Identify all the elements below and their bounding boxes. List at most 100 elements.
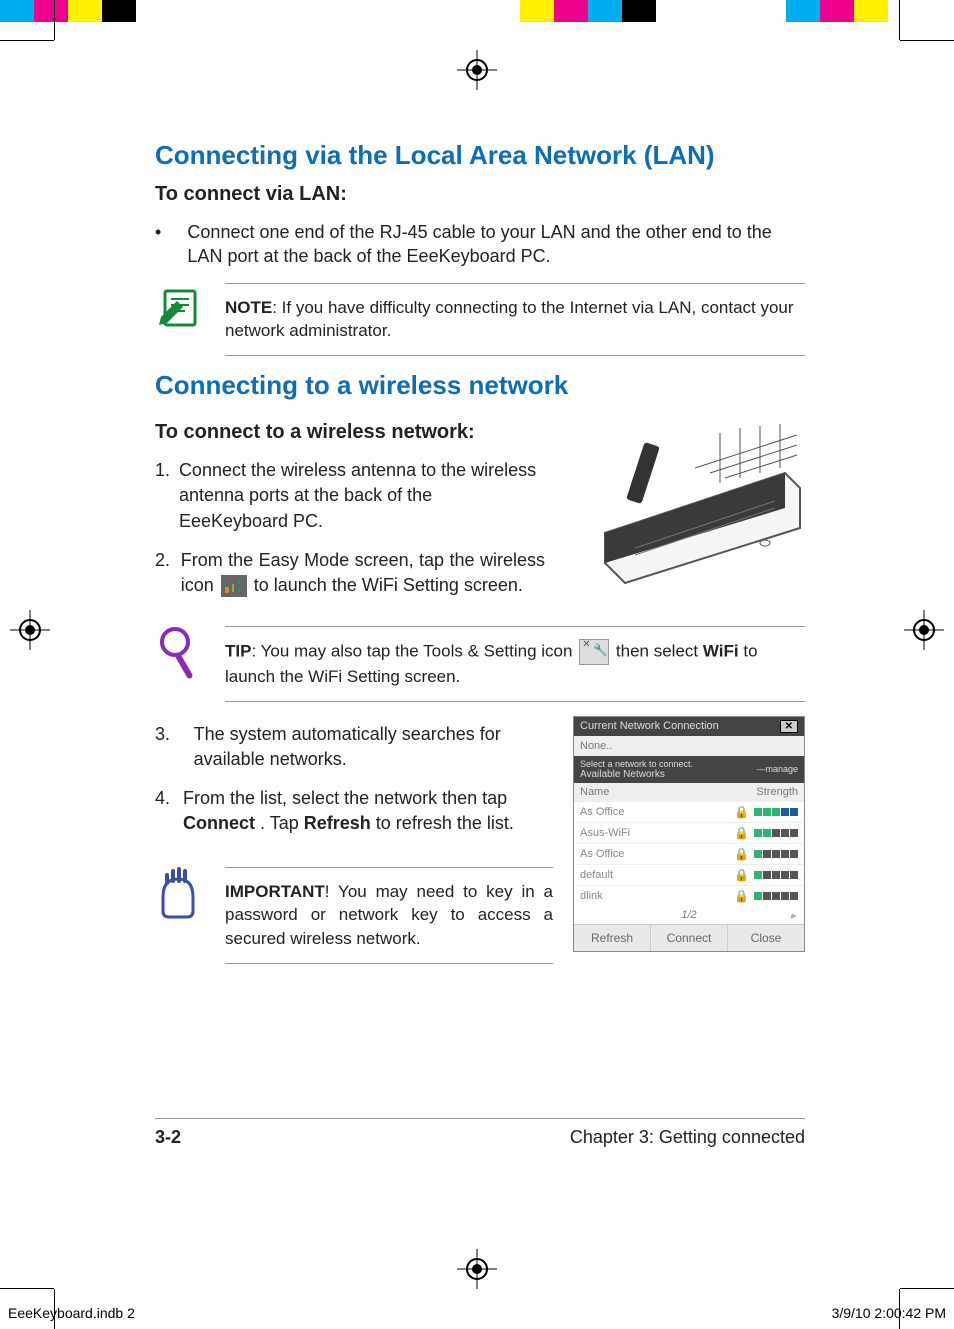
note-label: NOTE — [225, 298, 272, 317]
text-fragment: to refresh the list. — [376, 813, 514, 833]
text-fragment: From the list, select the network then t… — [183, 788, 507, 808]
color-swatch — [34, 0, 68, 22]
subhead-wifi: To connect to a wireless network: — [155, 421, 545, 444]
color-swatch — [280, 0, 328, 22]
color-swatch — [136, 0, 184, 22]
text-fragment: . Tap — [260, 813, 304, 833]
color-swatch — [472, 0, 520, 22]
step-text: Connect the wireless antenna to the wire… — [179, 458, 545, 534]
signal-strength-icon — [754, 850, 798, 858]
list-item: 2. From the Easy Mode screen, tap the wi… — [155, 548, 545, 598]
color-swatch — [68, 0, 102, 22]
network-row[interactable]: As Office🔒 — [574, 843, 804, 864]
page-footer: 3-2 Chapter 3: Getting connected — [155, 1118, 805, 1148]
crop-mark — [899, 0, 900, 40]
slug-timestamp: 3/9/10 2:00:42 PM — [832, 1305, 946, 1321]
next-page-icon[interactable]: ▸ — [790, 909, 796, 922]
color-swatch — [622, 0, 656, 22]
color-swatch — [424, 0, 472, 22]
step-text: The system automatically searches for av… — [194, 722, 553, 772]
connect-button[interactable]: Connect — [651, 925, 728, 951]
network-row[interactable]: Asus-WiFi🔒 — [574, 822, 804, 843]
text-fragment: then select — [616, 642, 703, 661]
panel-subheader: Select a network to connect. Available N… — [574, 756, 804, 783]
slug-filename: EeeKeyboard.indb 2 — [8, 1305, 135, 1321]
network-row[interactable]: As Office🔒 — [574, 801, 804, 822]
text-bold: Refresh — [304, 813, 371, 833]
manage-link[interactable]: —manage — [756, 764, 798, 774]
color-swatch — [102, 0, 136, 22]
color-swatch — [184, 0, 232, 22]
important-label: IMPORTANT — [225, 882, 325, 901]
color-swatch — [656, 0, 786, 22]
connection-status: None.. — [574, 736, 804, 756]
tip-icon — [155, 626, 225, 691]
pager: 1/2 ▸ — [574, 906, 804, 924]
wifi-settings-panel: Current Network Connection ✕ None.. Sele… — [573, 716, 805, 952]
wifi-section-top: To connect to a wireless network: 1. Con… — [155, 413, 805, 612]
network-name: As Office — [580, 806, 734, 818]
lock-icon: 🔒 — [734, 847, 748, 861]
network-row[interactable]: dlink🔒 — [574, 885, 804, 906]
printer-color-bar — [0, 0, 954, 22]
signal-strength-icon — [754, 871, 798, 879]
registration-mark-icon — [10, 610, 50, 650]
step-number: 3. — [155, 722, 194, 772]
wifi-section-bottom: 3. The system automatically searches for… — [155, 716, 805, 978]
step-number: 1. — [155, 458, 179, 534]
important-text: IMPORTANT! You may need to key in a pass… — [225, 867, 553, 964]
refresh-button[interactable]: Refresh — [574, 925, 651, 951]
crop-mark — [900, 1288, 954, 1289]
note-text: NOTE: If you have difficulty connecting … — [225, 283, 805, 357]
registration-mark-icon — [904, 610, 944, 650]
signal-strength-icon — [754, 808, 798, 816]
page: Connecting via the Local Area Network (L… — [0, 0, 954, 1329]
crop-mark — [0, 40, 54, 41]
text-bold: Connect — [183, 813, 255, 833]
network-name: default — [580, 869, 734, 881]
print-slug: EeeKeyboard.indb 2 3/9/10 2:00:42 PM — [0, 1305, 954, 1321]
network-name: As Office — [580, 848, 734, 860]
color-swatch — [328, 0, 376, 22]
color-swatch — [786, 0, 820, 22]
note-body: : If you have difficulty connecting to t… — [225, 298, 794, 341]
pager-text: 1/2 — [681, 909, 696, 921]
tip-label: TIP — [225, 642, 251, 661]
step-number: 4. — [155, 786, 183, 836]
color-swatch — [588, 0, 622, 22]
panel-title: Current Network Connection — [580, 720, 719, 732]
heading-wifi: Connecting to a wireless network — [155, 370, 805, 401]
color-swatch — [376, 0, 424, 22]
content-area: Connecting via the Local Area Network (L… — [155, 130, 805, 978]
table-header: Name Strength — [574, 783, 804, 801]
signal-strength-icon — [754, 892, 798, 900]
crop-mark — [0, 1288, 54, 1289]
device-illustration — [565, 413, 805, 598]
tools-settings-icon — [579, 639, 609, 665]
col-name: Name — [580, 786, 609, 798]
text-fragment: Available Networks — [580, 769, 665, 780]
panel-buttons: Refresh Connect Close — [574, 924, 804, 951]
tip-wifi-word: WiFi — [703, 642, 739, 661]
wireless-signal-icon — [221, 575, 247, 597]
bullet-text: Connect one end of the RJ-45 cable to yo… — [187, 220, 805, 269]
lock-icon: 🔒 — [734, 889, 748, 903]
tip-text: TIP: You may also tap the Tools & Settin… — [225, 626, 805, 702]
important-callout: IMPORTANT! You may need to key in a pass… — [155, 867, 553, 964]
subhead-lan: To connect via LAN: — [155, 183, 805, 206]
list-item: • Connect one end of the RJ-45 cable to … — [155, 220, 805, 269]
col-strength: Strength — [756, 786, 798, 798]
color-swatch — [554, 0, 588, 22]
network-row[interactable]: default🔒 — [574, 864, 804, 885]
text-fragment: Select a network to connect. — [580, 759, 693, 769]
close-button[interactable]: Close — [728, 925, 804, 951]
bullet-marker: • — [155, 220, 187, 269]
list-item: 3. The system automatically searches for… — [155, 722, 553, 772]
step-text: From the Easy Mode screen, tap the wirel… — [181, 548, 545, 598]
crop-mark — [54, 0, 55, 40]
text-fragment: : You may also tap the Tools & Setting i… — [251, 642, 577, 661]
registration-mark-icon — [457, 50, 497, 90]
signal-strength-icon — [754, 829, 798, 837]
color-swatch — [854, 0, 888, 22]
close-icon[interactable]: ✕ — [780, 720, 798, 733]
